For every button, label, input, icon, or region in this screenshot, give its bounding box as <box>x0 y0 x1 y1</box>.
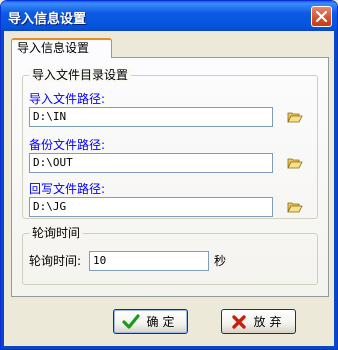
folder-open-icon[interactable] <box>287 201 303 214</box>
frame-left <box>1 31 4 349</box>
ok-button[interactable]: 确定 <box>113 309 188 334</box>
poll-group-legend: 轮询时间 <box>29 226 84 240</box>
import-path-input[interactable]: D:\IN <box>29 107 273 127</box>
directory-settings-group: 导入文件目录设置 导入文件路径: D:\IN 备份文件路径: D:\OUT 回写… <box>22 68 318 219</box>
backup-path-input[interactable]: D:\OUT <box>29 153 273 173</box>
frame-bottom <box>1 346 337 349</box>
tab-import-settings[interactable]: 导入信息设置 <box>11 38 112 58</box>
tab-panel: 导入文件目录设置 导入文件路径: D:\IN 备份文件路径: D:\OUT 回写… <box>11 57 329 297</box>
poll-interval-group: 轮询时间 轮询时间: 10 秒 <box>22 226 318 285</box>
checkmark-icon <box>122 313 141 329</box>
frame-right <box>334 31 337 349</box>
poll-interval-label: 轮询时间: <box>29 254 82 268</box>
close-button[interactable] <box>311 6 332 27</box>
import-path-label: 导入文件路径: <box>29 92 106 106</box>
poll-unit-label: 秒 <box>214 254 227 268</box>
poll-interval-input[interactable]: 10 <box>89 251 209 271</box>
close-icon <box>316 11 327 22</box>
ok-button-label: 确定 <box>146 315 179 329</box>
title-bar[interactable]: 导入信息设置 <box>1 1 337 31</box>
cancel-button[interactable]: 放弃 <box>221 309 296 334</box>
window-title: 导入信息设置 <box>8 12 87 27</box>
folder-open-icon[interactable] <box>287 157 303 170</box>
folder-open-icon[interactable] <box>287 111 303 124</box>
cancel-button-label: 放弃 <box>253 315 286 329</box>
directory-group-legend: 导入文件目录设置 <box>29 68 132 82</box>
writeback-path-input[interactable]: D:\JG <box>29 197 273 217</box>
writeback-path-label: 回写文件路径: <box>29 182 106 196</box>
backup-path-label: 备份文件路径: <box>29 138 106 152</box>
x-icon <box>232 314 247 329</box>
dialog-window: 导入信息设置 导入信息设置 导入文件目录设置 导入文件路径: D:\IN 备份文… <box>0 0 338 350</box>
